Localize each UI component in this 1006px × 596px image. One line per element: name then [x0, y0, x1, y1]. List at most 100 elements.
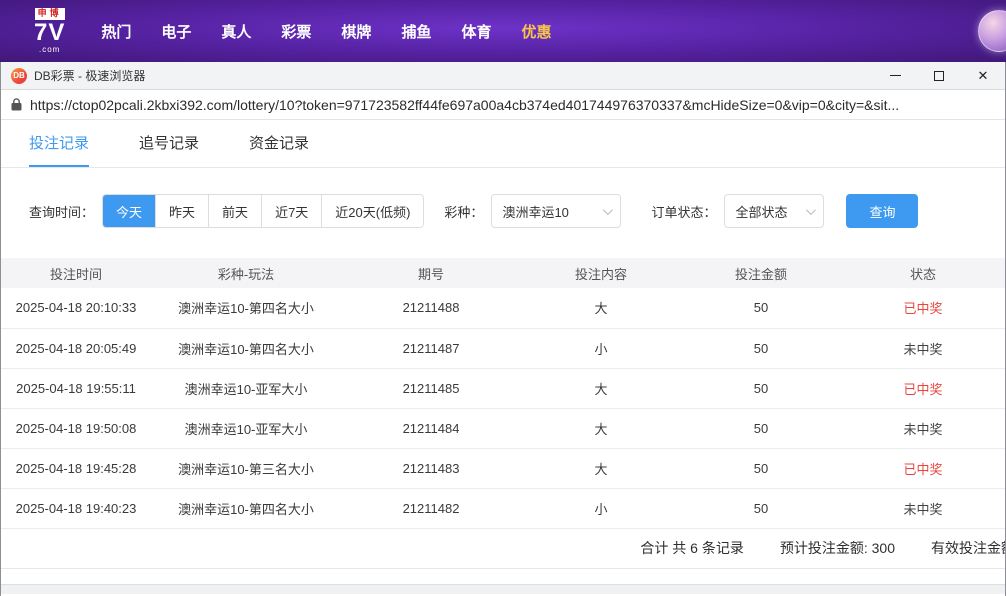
table-row: 2025-04-18 19:50:08澳洲幸运10-亚军大小21211484大5… [1, 408, 1005, 448]
nav-item-2[interactable]: 真人 [221, 21, 251, 42]
site-logo-suffix: .com [39, 46, 60, 54]
column-header: 期号 [341, 258, 521, 288]
cell-game: 澳洲幸运10-第四名大小 [151, 328, 341, 368]
cell-time: 2025-04-18 20:05:49 [1, 328, 151, 368]
cell-content: 小 [521, 488, 681, 528]
summary-total: 合计 共 6 条记录 [640, 538, 743, 558]
nav-item-7[interactable]: 优惠 [521, 21, 551, 42]
summary-expected-amount: 预计投注金额: 300 [780, 538, 895, 558]
column-header: 彩种-玩法 [151, 258, 341, 288]
minimize-icon [890, 75, 901, 76]
cell-content: 大 [521, 448, 681, 488]
window-controls: ✕ [873, 62, 1005, 89]
order-status-select[interactable]: 全部状态 [724, 194, 824, 228]
time-filter-button-0[interactable]: 今天 [103, 195, 156, 227]
nav-item-1[interactable]: 电子 [161, 21, 191, 42]
table-row: 2025-04-18 20:10:33澳洲幸运10-第四名大小21211488大… [1, 288, 1005, 328]
user-avatar[interactable] [978, 10, 1006, 52]
summary-bar: 合计 共 6 条记录 预计投注金额: 300 有效投注金额 [1, 529, 1005, 569]
table-row: 2025-04-18 19:45:28澳洲幸运10-第三名大小21211483大… [1, 448, 1005, 488]
cell-game: 澳洲幸运10-第四名大小 [151, 488, 341, 528]
cell-issue: 21211488 [341, 288, 521, 328]
time-filter-button-2[interactable]: 前天 [209, 195, 262, 227]
cell-status: 已中奖 [841, 368, 1005, 408]
page-content: 投注记录 追号记录 资金记录 查询时间： 今天昨天前天近7天近20天(低频) 彩种：… [1, 120, 1005, 594]
nav-item-3[interactable]: 彩票 [281, 21, 311, 42]
window-title: DB彩票 - 极速浏览器 [34, 67, 145, 84]
filter-bar: 查询时间： 今天昨天前天近7天近20天(低频) 彩种： 澳洲幸运10 订单状态：… [1, 194, 1005, 228]
table-row: 2025-04-18 19:55:11澳洲幸运10-亚军大小21211485大5… [1, 368, 1005, 408]
cell-time: 2025-04-18 19:45:28 [1, 448, 151, 488]
search-button[interactable]: 查询 [846, 194, 918, 228]
table-header-row: 投注时间彩种-玩法期号投注内容投注金额状态 [1, 258, 1005, 288]
lock-icon [11, 98, 22, 111]
minimize-button[interactable] [873, 62, 917, 89]
close-icon: ✕ [978, 69, 989, 82]
close-button[interactable]: ✕ [961, 62, 1005, 89]
time-filter-group: 今天昨天前天近7天近20天(低频) [102, 194, 424, 228]
table-row: 2025-04-18 19:40:23澳洲幸运10-第四名大小21211482小… [1, 488, 1005, 528]
bet-records-table: 投注时间彩种-玩法期号投注内容投注金额状态 2025-04-18 20:10:3… [1, 258, 1005, 529]
cell-amount: 50 [681, 408, 841, 448]
cell-amount: 50 [681, 368, 841, 408]
cell-time: 2025-04-18 19:50:08 [1, 408, 151, 448]
cell-status: 已中奖 [841, 288, 1005, 328]
cell-status: 已中奖 [841, 448, 1005, 488]
chevron-down-icon [806, 205, 816, 215]
cell-time: 2025-04-18 19:55:11 [1, 368, 151, 408]
tabs: 投注记录 追号记录 资金记录 [1, 120, 1005, 168]
time-filter-button-3[interactable]: 近7天 [262, 195, 322, 227]
cell-game: 澳洲幸运10-第三名大小 [151, 448, 341, 488]
cell-amount: 50 [681, 488, 841, 528]
cell-content: 大 [521, 408, 681, 448]
cell-game: 澳洲幸运10-亚军大小 [151, 368, 341, 408]
cell-issue: 21211484 [341, 408, 521, 448]
column-header: 投注金额 [681, 258, 841, 288]
lottery-label: 彩种： [444, 202, 483, 221]
nav-item-5[interactable]: 捕鱼 [401, 21, 431, 42]
tab-2[interactable]: 资金记录 [249, 120, 309, 167]
nav-item-4[interactable]: 棋牌 [341, 21, 371, 42]
time-filter-button-1[interactable]: 昨天 [156, 195, 209, 227]
cell-game: 澳洲幸运10-亚军大小 [151, 408, 341, 448]
cell-issue: 21211485 [341, 368, 521, 408]
cell-content: 大 [521, 288, 681, 328]
cell-amount: 50 [681, 328, 841, 368]
maximize-button[interactable] [917, 62, 961, 89]
column-header: 投注内容 [521, 258, 681, 288]
time-filter-button-4[interactable]: 近20天(低频) [322, 195, 423, 227]
url-text[interactable]: https://ctop02pcali.2kbxi392.com/lottery… [30, 97, 899, 113]
cell-issue: 21211483 [341, 448, 521, 488]
cell-time: 2025-04-18 19:40:23 [1, 488, 151, 528]
time-filter-label: 查询时间： [29, 202, 94, 221]
cell-content: 小 [521, 328, 681, 368]
cell-status: 未中奖 [841, 488, 1005, 528]
top-navigation: 申博 7V .com 热门 电子 真人 彩票 棋牌 捕鱼 体育 优惠 [0, 0, 1006, 62]
window-bottom-strip [1, 584, 1005, 594]
cell-status: 未中奖 [841, 328, 1005, 368]
table-row: 2025-04-18 20:05:49澳洲幸运10-第四名大小21211487小… [1, 328, 1005, 368]
cell-issue: 21211482 [341, 488, 521, 528]
nav-item-0[interactable]: 热门 [101, 21, 131, 42]
cell-game: 澳洲幸运10-第四名大小 [151, 288, 341, 328]
cell-amount: 50 [681, 288, 841, 328]
cell-content: 大 [521, 368, 681, 408]
chevron-down-icon [603, 205, 613, 215]
address-bar[interactable]: https://ctop02pcali.2kbxi392.com/lottery… [1, 90, 1005, 120]
cell-issue: 21211487 [341, 328, 521, 368]
tab-0[interactable]: 投注记录 [29, 120, 89, 167]
table-body: 2025-04-18 20:10:33澳洲幸运10-第四名大小21211488大… [1, 288, 1005, 528]
maximize-icon [934, 71, 944, 81]
column-header: 状态 [841, 258, 1005, 288]
column-header: 投注时间 [1, 258, 151, 288]
order-status-select-value: 全部状态 [735, 202, 787, 221]
lottery-select[interactable]: 澳洲幸运10 [491, 194, 621, 228]
tab-1[interactable]: 追号记录 [139, 120, 199, 167]
nav-item-6[interactable]: 体育 [461, 21, 491, 42]
cell-status: 未中奖 [841, 408, 1005, 448]
site-logo[interactable]: 申博 7V .com [34, 8, 65, 53]
cell-time: 2025-04-18 20:10:33 [1, 288, 151, 328]
window-titlebar: DB DB彩票 - 极速浏览器 ✕ [1, 62, 1005, 90]
browser-favicon-icon: DB [11, 68, 27, 84]
cell-amount: 50 [681, 448, 841, 488]
